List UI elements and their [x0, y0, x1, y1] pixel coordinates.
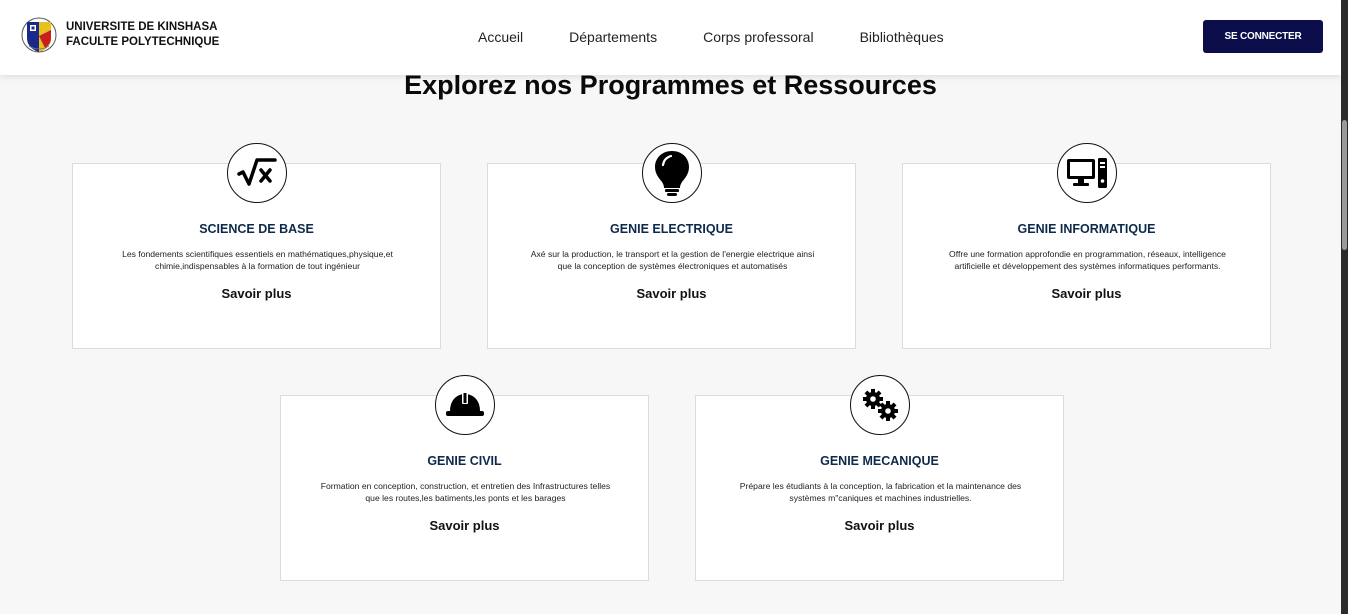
gears-icon	[850, 375, 910, 435]
card-description-line: Offre une formation approfondie en progr…	[949, 249, 1226, 259]
brand[interactable]: UNIVERSITE DE KINSHASA FACULTE POLYTECHN…	[18, 16, 219, 54]
card-title: SCIENCE DE BASE	[199, 222, 314, 236]
savoir-plus-link[interactable]: Savoir plus	[73, 286, 440, 301]
card-title: GENIE INFORMATIQUE	[1017, 222, 1156, 236]
faculty-name: FACULTE POLYTECHNIQUE	[66, 36, 220, 48]
math-sqrt-icon	[227, 143, 287, 203]
program-card-genie-civil: GENIE CIVIL Formation en conception, con…	[280, 375, 649, 581]
savoir-plus-link[interactable]: Savoir plus	[696, 518, 1063, 533]
card-description-line: que les routes,les batiments,les ponts e…	[365, 493, 566, 503]
card-description: Les fondements scientifiques essentiels …	[103, 248, 412, 272]
card-description: Formation en conception, construction, e…	[311, 480, 620, 504]
card-description-line: que la conception de systèmes électroniq…	[557, 261, 788, 271]
main-nav: Accueil Départements Corps professoral B…	[478, 29, 944, 45]
login-button[interactable]: SE CONNECTER	[1203, 20, 1323, 53]
nav-corps-professoral[interactable]: Corps professoral	[703, 29, 814, 45]
savoir-plus-link[interactable]: Savoir plus	[281, 518, 648, 533]
card-description: Prépare les étudiants à la conception, l…	[726, 480, 1035, 504]
card-description-line: Les fondements scientifiques essentiels …	[122, 249, 393, 259]
card-description: Offre une formation approfondie en progr…	[933, 248, 1242, 272]
program-card-genie-mecanique: GENIE MECANIQUE Prépare les étudiants à …	[695, 375, 1064, 581]
card-description-line: Axé sur la production, le transport et l…	[530, 249, 815, 259]
scrollbar-track[interactable]	[1341, 0, 1348, 614]
card-title: GENIE CIVIL	[427, 454, 502, 468]
page: UNIVERSITE DE KINSHASA FACULTE POLYTECHN…	[0, 0, 1341, 614]
savoir-plus-link[interactable]: Savoir plus	[903, 286, 1270, 301]
nav-bibliotheques[interactable]: Bibliothèques	[860, 29, 944, 45]
card-description-line: Formation en conception, construction, e…	[320, 481, 611, 491]
program-card-genie-electrique: GENIE ELECTRIQUE Axé sur la production, …	[487, 143, 856, 349]
program-card-genie-informatique: GENIE INFORMATIQUE Offre une formation a…	[902, 143, 1271, 349]
lightbulb-icon	[642, 143, 702, 203]
scrollbar-thumb[interactable]	[1342, 120, 1347, 250]
program-card-science-de-base: SCIENCE DE BASE Les fondements scientifi…	[72, 143, 441, 349]
card-title: GENIE MECANIQUE	[820, 454, 939, 468]
university-name: UNIVERSITE DE KINSHASA	[66, 21, 218, 33]
card-description-line: chimie,indispensables à la formation de …	[155, 261, 360, 271]
card-description-line: artificielle et développement des systèm…	[954, 261, 1221, 271]
nav-accueil[interactable]: Accueil	[478, 29, 523, 45]
savoir-plus-link[interactable]: Savoir plus	[488, 286, 855, 301]
card-title: GENIE ELECTRIQUE	[610, 222, 733, 236]
card-description: Axé sur la production, le transport et l…	[518, 248, 827, 272]
hard-hat-icon	[435, 375, 495, 435]
university-logo	[21, 17, 57, 53]
card-description-line: Prépare les étudiants à la conception, l…	[739, 481, 1022, 491]
computer-icon	[1057, 143, 1117, 203]
site-header: UNIVERSITE DE KINSHASA FACULTE POLYTECHN…	[0, 0, 1341, 75]
nav-departements[interactable]: Départements	[569, 29, 657, 45]
card-description-line: systèmes m"caniques et machines industri…	[789, 493, 972, 503]
